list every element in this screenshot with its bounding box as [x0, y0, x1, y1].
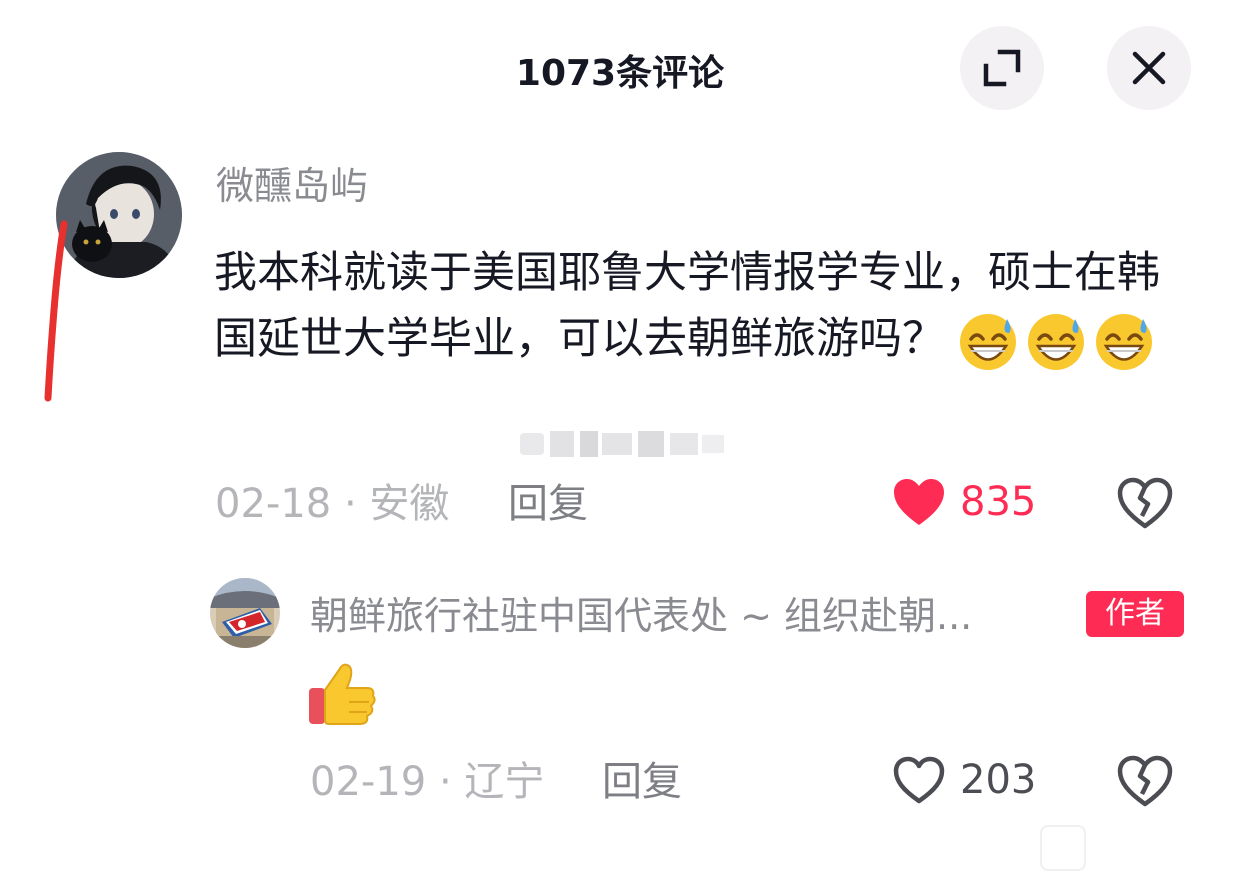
close-button[interactable] [1107, 26, 1191, 110]
comment-date-location: 02-18 · 安徽 [215, 481, 450, 527]
heart-filled-icon [894, 479, 944, 525]
comment-body: 我本科就读于美国耶鲁大学情报学专业，硕士在韩国延世大学毕业，可以去朝鲜旅游吗？ [214, 240, 1174, 373]
reply-button[interactable]: 回复 [508, 478, 588, 530]
thumbs-up-emoji [309, 663, 376, 725]
reply-like-button[interactable]: 203 [892, 754, 1036, 806]
author-badge: 作者 [1086, 591, 1184, 637]
dislike-broken-heart-icon[interactable] [1116, 474, 1174, 532]
reply-dislike-broken-heart-icon[interactable] [1116, 752, 1174, 810]
reply-date-location: 02-19 · 辽宁 [310, 759, 545, 805]
like-count: 835 [960, 479, 1037, 525]
emoji-group [957, 311, 1155, 373]
avatar-image [56, 152, 182, 278]
like-button[interactable]: 835 [892, 476, 1036, 528]
heart-outline-icon [893, 756, 945, 804]
reply-like-count: 203 [960, 757, 1037, 803]
expand-icon [983, 49, 1021, 87]
expand-button[interactable] [960, 26, 1044, 110]
grinning-sweat-emoji [1096, 313, 1152, 370]
red-annotation-mark [44, 220, 68, 402]
author-avatar[interactable] [210, 578, 280, 648]
reply-reply-button[interactable]: 回复 [602, 756, 682, 808]
faint-watermark [1040, 825, 1086, 871]
user-avatar[interactable] [56, 152, 182, 278]
close-icon [1132, 51, 1166, 85]
comments-panel: 1073条评论 微醺岛屿 我本科就读于美国耶鲁大学情报学专业，硕士在韩国延世大学… [0, 0, 1240, 881]
grinning-sweat-emoji [960, 313, 1016, 370]
grinning-sweat-emoji [1028, 313, 1084, 370]
reply-username[interactable]: 朝鲜旅行社驻中国代表处 ~ 组织赴朝... [310, 590, 972, 642]
blurred-watermark [520, 431, 724, 457]
avatar-image [210, 578, 280, 648]
reply-meta: 02-19 · 辽宁 [310, 756, 544, 808]
comment-count-title: 1073条评论 [515, 53, 725, 94]
comment-username[interactable]: 微醺岛屿 [216, 160, 368, 212]
comment-meta: 02-18 · 安徽 [215, 478, 449, 530]
